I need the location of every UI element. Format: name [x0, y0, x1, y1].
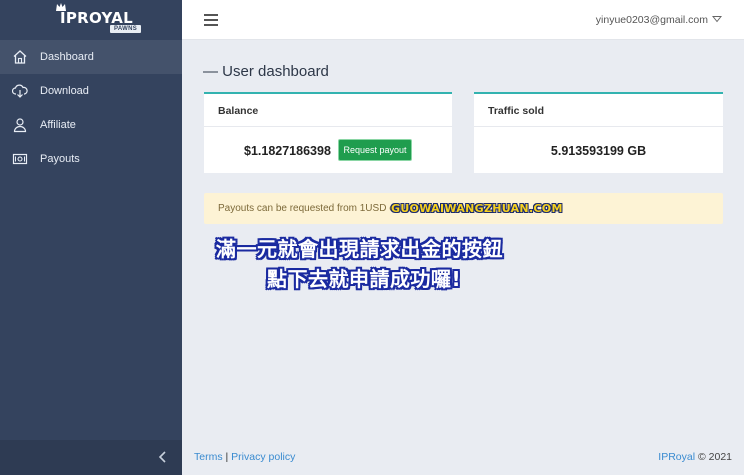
chevron-left-icon[interactable]	[156, 450, 170, 464]
caption-line-2: 點下去就申請成功囉!	[267, 267, 462, 291]
money-icon	[12, 153, 28, 165]
page-title-text: User dashboard	[222, 63, 329, 80]
request-payout-button[interactable]: Request payout	[338, 139, 412, 161]
logo-badge: PAWNS	[110, 25, 142, 33]
sidebar-item-affiliate[interactable]: Affiliate	[0, 108, 182, 142]
balance-value: $1.1827186398	[244, 144, 331, 158]
traffic-card-header: Traffic sold	[474, 94, 723, 127]
topbar: yinyue0203@gmail.com	[182, 0, 744, 40]
privacy-policy-link[interactable]: Privacy policy	[231, 451, 295, 463]
page-title: — User dashboard	[203, 63, 329, 80]
alert-text: Payouts can be requested from 1USD ea	[218, 203, 401, 214]
user-icon	[13, 118, 27, 133]
chevron-down-icon[interactable]	[712, 15, 722, 23]
traffic-value: 5.913593199 GB	[550, 144, 647, 158]
sidebar-item-label: Payouts	[40, 153, 80, 165]
sidebar-footer	[0, 440, 182, 475]
footer-links: Terms | Privacy policy	[194, 451, 295, 463]
sidebar-item-label: Dashboard	[40, 51, 94, 63]
footer-copyright: IPRoyal © 2021	[658, 451, 732, 463]
sidebar-item-payouts[interactable]: Payouts	[0, 142, 182, 176]
cloud-download-icon	[12, 84, 28, 98]
user-email[interactable]: yinyue0203@gmail.com	[596, 14, 708, 26]
sidebar-item-download[interactable]: Download	[0, 74, 182, 108]
sidebar-item-dashboard[interactable]: Dashboard	[0, 40, 182, 74]
copyright-text: © 2021	[697, 451, 732, 463]
footer-brand-link[interactable]: IPRoyal	[658, 451, 695, 463]
hamburger-menu-icon[interactable]	[204, 14, 218, 26]
sidebar-item-label: Affiliate	[40, 119, 76, 131]
watermark: GUOWAIWANGZHUAN.COM	[391, 202, 563, 215]
footer-separator: |	[225, 451, 229, 463]
caption-line-1: 滿一元就會出現請求出金的按鈕	[216, 237, 503, 261]
home-icon	[13, 50, 27, 64]
balance-card-header: Balance	[204, 94, 452, 127]
traffic-card: Traffic sold 5.913593199 GB	[474, 92, 723, 173]
balance-card: Balance $1.1827186398 Request payout	[204, 92, 452, 173]
sidebar: IPROYAL PAWNS Dashboard Download Affilia…	[0, 0, 182, 475]
sidebar-item-label: Download	[40, 85, 89, 97]
terms-link[interactable]: Terms	[194, 451, 223, 463]
logo[interactable]: IPROYAL PAWNS	[0, 0, 182, 40]
